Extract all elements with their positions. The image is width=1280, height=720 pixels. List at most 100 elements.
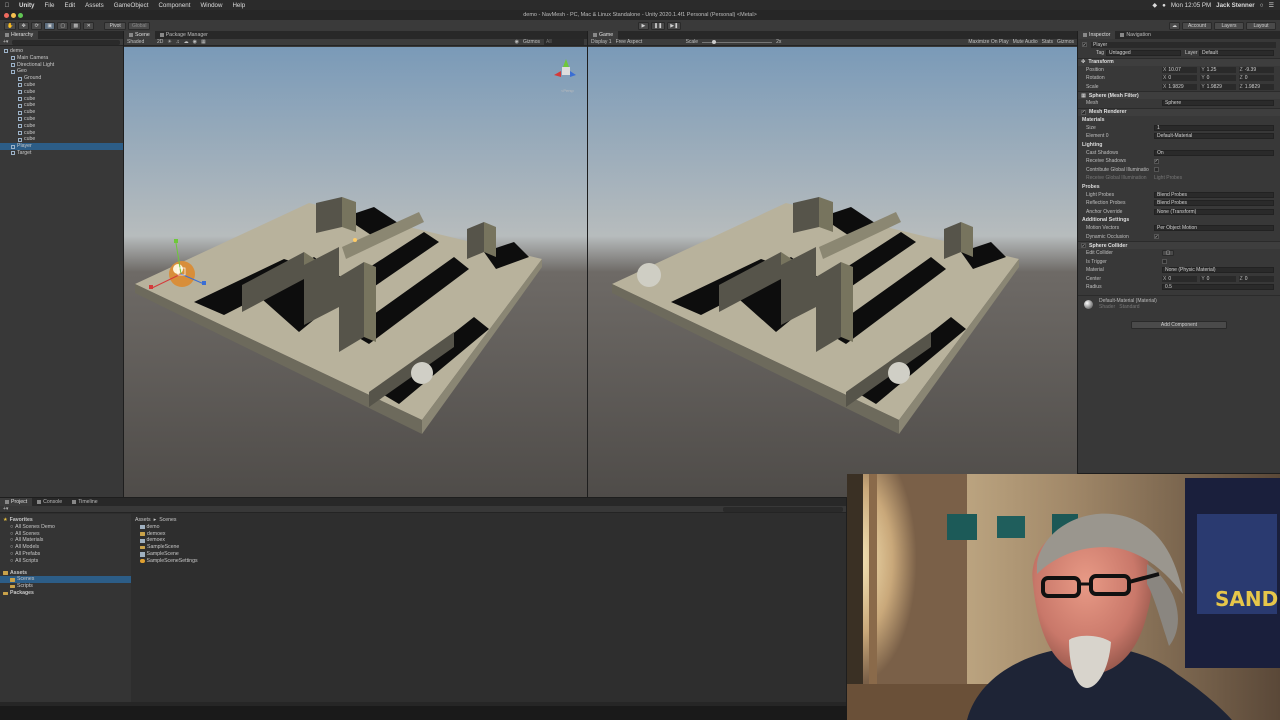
tab-inspector[interactable]: Inspector <box>1078 31 1116 39</box>
menu-gameobject[interactable]: GameObject <box>109 2 154 9</box>
menu-list-icon[interactable]: ☰ <box>1268 2 1274 9</box>
asset-item[interactable]: demoex <box>140 531 846 538</box>
gizmos-dropdown[interactable]: Gizmos <box>523 39 540 45</box>
hierarchy-item[interactable]: cube <box>0 123 123 130</box>
step-button[interactable]: ▶❚ <box>667 21 682 30</box>
reflection-probes-dropdown[interactable]: Blend Probes <box>1154 200 1274 207</box>
scene-search-filter[interactable]: All <box>544 39 584 45</box>
folder-packages[interactable]: Packages <box>0 590 131 597</box>
apple-icon[interactable]:  <box>0 2 14 9</box>
receive-gi-dropdown[interactable]: Light Probes <box>1154 175 1182 181</box>
anchor-override-field[interactable]: None (Transform) <box>1154 208 1274 215</box>
close-window-button[interactable] <box>4 12 9 18</box>
center-field[interactable]: X0Y0Z0 <box>1162 275 1274 282</box>
grid-toggle-icon[interactable]: ▦ <box>201 39 206 45</box>
tab-console[interactable]: Console <box>32 498 67 506</box>
mesh-filter-header[interactable]: ▦ Sphere (Mesh Filter) <box>1078 91 1280 99</box>
folder-scripts[interactable]: Scripts <box>0 583 131 590</box>
tab-game[interactable]: Game <box>588 31 619 39</box>
stats-toggle[interactable]: Stats <box>1042 39 1053 45</box>
materials-size-field[interactable]: 1 <box>1154 124 1274 131</box>
light-gizmo[interactable] <box>353 238 357 242</box>
mesh-renderer-enabled[interactable]: ✓ <box>1081 109 1086 115</box>
create-asset-icon[interactable]: +▾ <box>3 506 8 512</box>
cast-shadows-dropdown[interactable]: On <box>1154 149 1274 156</box>
tab-package-manager[interactable]: Package Manager <box>155 31 213 39</box>
hierarchy-item[interactable]: cube <box>0 96 123 103</box>
tab-navigation[interactable]: Navigation <box>1115 31 1156 39</box>
tag-dropdown[interactable]: Untagged <box>1106 50 1181 57</box>
layout-dropdown[interactable]: Layout <box>1246 21 1277 30</box>
hierarchy-item[interactable]: demo <box>0 48 123 55</box>
favorite-item[interactable]: ○ All Scenes <box>0 531 131 538</box>
object-name-field[interactable]: Player <box>1091 41 1276 48</box>
tab-scene[interactable]: Scene <box>124 31 155 39</box>
mute-audio-toggle[interactable]: Mute Audio <box>1013 39 1038 45</box>
asset-item[interactable]: SampleSceneSettings <box>140 558 846 565</box>
motion-vectors-dropdown[interactable]: Per Object Motion <box>1154 225 1274 232</box>
menu-component[interactable]: Component <box>153 2 195 9</box>
tab-hierarchy[interactable]: Hierarchy <box>0 31 39 39</box>
add-component-button[interactable]: Add Component <box>1131 320 1227 329</box>
sphere-collider-enabled[interactable]: ✓ <box>1081 243 1086 248</box>
is-trigger-checkbox[interactable] <box>1162 259 1167 265</box>
dynamic-occlusion-checkbox[interactable]: ✓ <box>1154 234 1159 240</box>
contribute-gi-checkbox[interactable] <box>1154 167 1159 173</box>
clock[interactable]: Mon 12:05 PM <box>1171 2 1211 9</box>
folder-scenes[interactable]: Scenes <box>0 576 131 584</box>
menu-edit[interactable]: Edit <box>59 2 80 9</box>
move-gizmo-x-handle[interactable] <box>149 285 153 289</box>
receive-shadows-checkbox[interactable]: ✓ <box>1154 158 1159 164</box>
add-icon[interactable]: +▾ <box>3 39 8 45</box>
search-icon[interactable]: ○ <box>1260 2 1264 9</box>
sphere-collider-header[interactable]: ✓ Sphere Collider <box>1078 241 1280 249</box>
scale-tool-button[interactable]: ▣ <box>44 21 56 30</box>
favorite-item[interactable]: ○ All Prefabs <box>0 551 131 558</box>
game-gizmos-dropdown[interactable]: Gizmos <box>1057 39 1074 45</box>
volume-icon[interactable]: ● <box>1162 2 1166 9</box>
custom-tool-button[interactable]: ✕ <box>83 21 95 30</box>
lighting-toggle-icon[interactable]: ☀ <box>167 39 171 45</box>
hierarchy-item[interactable]: Ground <box>0 75 123 82</box>
favorite-item[interactable]: ○ All Scripts <box>0 558 131 565</box>
effects-toggle-icon[interactable]: ☁ <box>184 39 189 45</box>
hierarchy-search-input[interactable] <box>12 39 120 45</box>
menu-window[interactable]: Window <box>195 2 227 9</box>
tab-project[interactable]: Project <box>0 498 33 506</box>
hierarchy-item[interactable]: cube <box>0 82 123 89</box>
radius-field[interactable]: 0.5 <box>1162 284 1274 291</box>
light-probes-dropdown[interactable]: Blend Probes <box>1154 191 1274 198</box>
materials-foldout[interactable]: Materials <box>1078 116 1280 124</box>
asset-item[interactable]: demo <box>140 524 846 531</box>
maximize-on-play-toggle[interactable]: Maximize On Play <box>968 39 1008 45</box>
menu-help[interactable]: Help <box>227 2 250 9</box>
active-checkbox[interactable]: ✓ <box>1082 42 1087 47</box>
hidden-objects-icon[interactable]: ◉ <box>193 39 197 45</box>
edit-collider-button[interactable]: ▢ <box>1162 250 1174 257</box>
shading-dropdown[interactable]: Shaded <box>127 39 153 45</box>
menu-assets[interactable]: Assets <box>80 2 109 9</box>
layer-dropdown[interactable]: Default <box>1199 50 1274 57</box>
menu-file[interactable]: File <box>39 2 59 9</box>
transform-tool-button[interactable]: ▩ <box>70 21 82 30</box>
hierarchy-item[interactable]: Geo <box>0 68 123 75</box>
position-field[interactable]: X 10.07 Y 1.25 Z -9.39 <box>1162 66 1274 73</box>
mesh-renderer-header[interactable]: ✓ Mesh Renderer <box>1078 107 1280 116</box>
aspect-dropdown[interactable]: Free Aspect <box>616 39 682 45</box>
rotate-tool-button[interactable]: ⟳ <box>31 21 43 30</box>
hierarchy-item[interactable]: cube <box>0 130 123 137</box>
minimize-window-button[interactable] <box>11 12 16 18</box>
asset-item[interactable]: demoex <box>140 537 846 544</box>
hierarchy-item[interactable]: Directional Light <box>0 62 123 69</box>
collab-cloud-icon[interactable]: ☁ <box>1169 21 1181 30</box>
hierarchy-item[interactable]: Main Camera <box>0 55 123 62</box>
pause-button[interactable]: ❚❚ <box>650 21 666 30</box>
scale-field[interactable]: X 1.9829 Y 1.9829 Z 1.9829 <box>1162 83 1274 90</box>
play-button[interactable]: ▶ <box>637 21 649 30</box>
favorite-item[interactable]: ○ All Scenes Demo <box>0 524 131 531</box>
game-viewport[interactable] <box>588 47 1077 497</box>
menu-app[interactable]: Unity <box>14 2 39 9</box>
global-toggle[interactable]: Global <box>128 21 151 30</box>
scene-viewport[interactable]: <Persp <box>124 47 587 497</box>
favorite-item[interactable]: ○ All Models <box>0 544 131 551</box>
